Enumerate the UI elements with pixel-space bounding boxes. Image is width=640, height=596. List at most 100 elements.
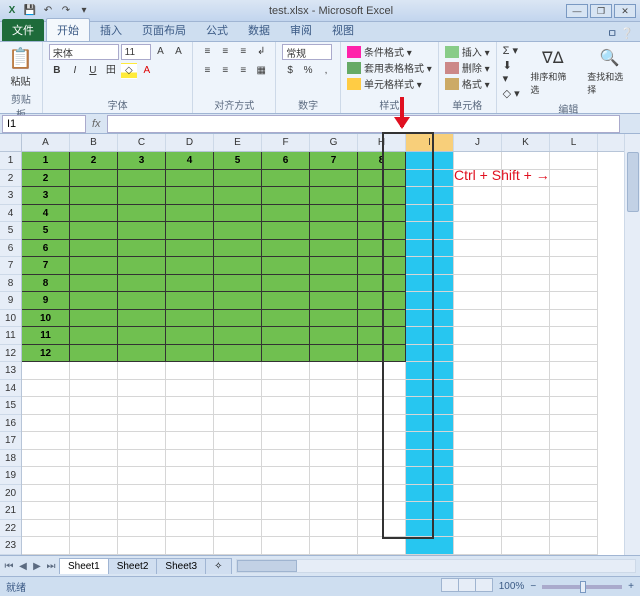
cell[interactable] [262,450,310,468]
cell[interactable] [166,485,214,503]
cell[interactable]: 7 [22,257,70,275]
cell[interactable] [22,467,70,485]
cell[interactable] [454,485,502,503]
cell[interactable] [310,520,358,538]
cell[interactable] [118,327,166,345]
cell[interactable] [214,310,262,328]
cell[interactable] [358,327,406,345]
cell[interactable] [502,467,550,485]
cell-styles-button[interactable]: 单元格样式 ▾ [347,76,432,91]
cell[interactable] [358,380,406,398]
cell[interactable] [454,187,502,205]
cell[interactable] [118,397,166,415]
cell[interactable] [358,310,406,328]
cell[interactable] [70,170,118,188]
cell[interactable] [310,415,358,433]
formula-input[interactable] [107,115,620,133]
cell[interactable] [358,362,406,380]
cell[interactable] [550,520,598,538]
cell[interactable] [406,485,454,503]
vertical-scrollbar[interactable] [624,134,640,555]
cell[interactable] [262,537,310,555]
cell[interactable] [214,327,262,345]
cell[interactable] [166,310,214,328]
cell[interactable] [310,397,358,415]
cell[interactable] [310,187,358,205]
cell[interactable] [310,257,358,275]
cell[interactable] [166,292,214,310]
cell[interactable] [70,187,118,205]
cell[interactable] [166,432,214,450]
cell[interactable] [502,450,550,468]
cell[interactable] [454,222,502,240]
cell[interactable] [454,502,502,520]
cell[interactable] [310,345,358,363]
sheet-next-icon[interactable]: ▶ [30,561,44,572]
cell[interactable] [310,537,358,555]
row-header[interactable]: 3 [0,187,21,205]
cell[interactable] [310,450,358,468]
find-select-button[interactable]: 🔍 查找和选择 [585,46,634,98]
cell[interactable] [310,222,358,240]
cell[interactable] [550,310,598,328]
cell[interactable] [550,170,598,188]
zoom-slider-thumb[interactable] [580,581,586,593]
cell[interactable] [22,432,70,450]
sheet-tab-2[interactable]: Sheet2 [108,558,158,574]
cell[interactable] [502,345,550,363]
cell[interactable] [310,205,358,223]
select-all-corner[interactable] [0,134,21,152]
cell[interactable] [406,327,454,345]
cell[interactable] [310,292,358,310]
cell[interactable] [22,397,70,415]
cell[interactable] [214,362,262,380]
align-mid-icon[interactable]: ≡ [217,44,233,60]
cell[interactable] [262,485,310,503]
cell[interactable] [454,520,502,538]
cell[interactable]: 1 [22,152,70,170]
cell[interactable] [358,257,406,275]
row-header[interactable]: 12 [0,345,21,363]
cell[interactable] [166,397,214,415]
cell[interactable] [454,380,502,398]
fill-icon[interactable]: ⬇ ▾ [503,59,521,85]
cell[interactable] [214,502,262,520]
cell[interactable] [262,520,310,538]
cell[interactable] [262,380,310,398]
conditional-format-button[interactable]: 条件格式 ▾ [347,44,432,59]
align-right-icon[interactable]: ≡ [235,63,251,79]
cell[interactable]: 5 [22,222,70,240]
cell[interactable] [214,397,262,415]
zoom-out-button[interactable]: − [530,581,536,592]
cell[interactable] [358,450,406,468]
row-header[interactable]: 20 [0,485,21,503]
cell[interactable] [358,485,406,503]
cell[interactable] [502,292,550,310]
sheet-prev-icon[interactable]: ◀ [16,561,30,572]
row-header[interactable]: 2 [0,170,21,188]
cell[interactable] [454,415,502,433]
cell[interactable] [70,310,118,328]
cell[interactable] [502,205,550,223]
cell[interactable] [406,537,454,555]
cell[interactable] [70,485,118,503]
row-header[interactable]: 11 [0,327,21,345]
col-header-C[interactable]: C [118,134,166,151]
cell[interactable] [550,222,598,240]
row-header[interactable]: 14 [0,380,21,398]
cell[interactable] [262,170,310,188]
row-header[interactable]: 16 [0,415,21,433]
cell[interactable] [502,187,550,205]
cell[interactable] [502,520,550,538]
cell[interactable] [22,502,70,520]
row-header[interactable]: 22 [0,520,21,538]
view-layout-icon[interactable] [458,578,476,592]
cell[interactable] [118,222,166,240]
cell[interactable] [406,275,454,293]
horizontal-scrollbar[interactable] [236,559,637,573]
cell[interactable]: 6 [22,240,70,258]
sheet-last-icon[interactable]: ⏭ [44,561,58,572]
cell[interactable] [358,222,406,240]
cell[interactable]: 10 [22,310,70,328]
cell[interactable] [214,537,262,555]
